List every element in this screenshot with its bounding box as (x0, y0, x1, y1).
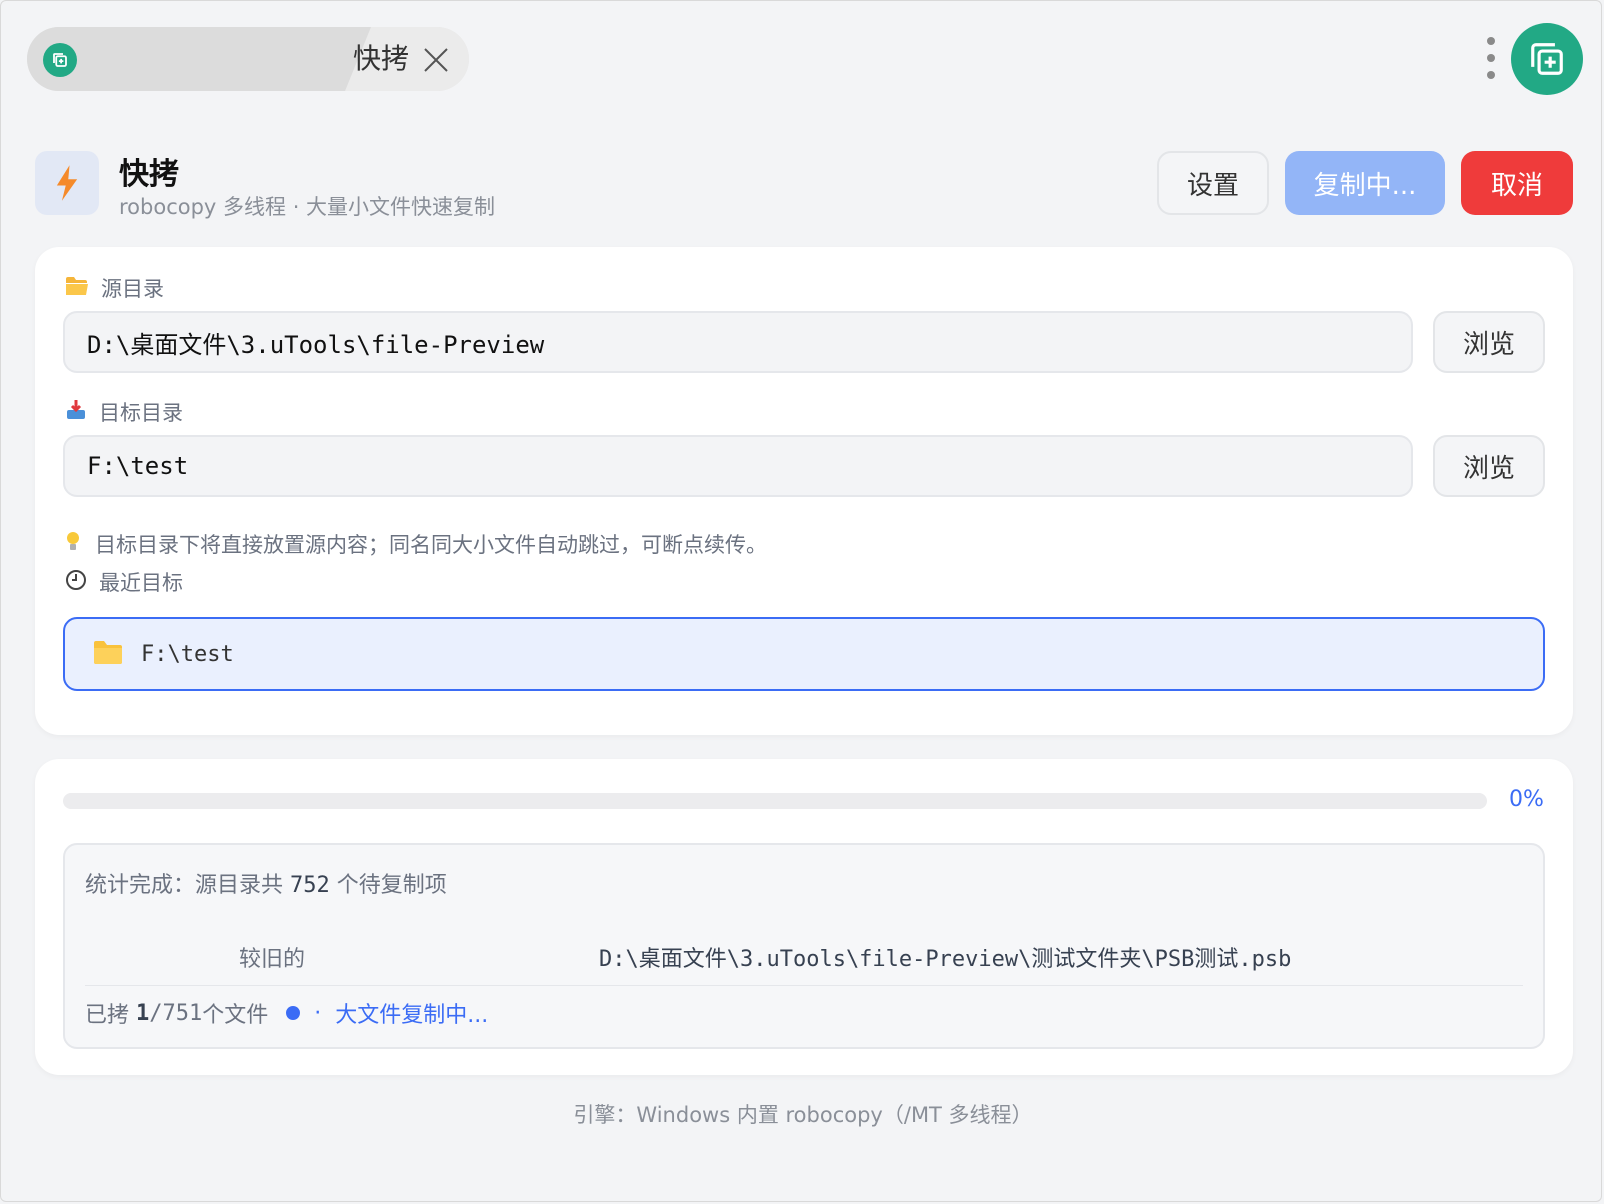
recent-target-item[interactable]: F:\test (63, 617, 1545, 691)
progress-card: 0% 统计完成：源目录共 752 个待复制项 较旧的 D:\桌面文件\3.uTo… (35, 759, 1573, 1075)
target-label-row: 目标目录 (65, 397, 183, 427)
source-browse-button[interactable]: 浏览 (1433, 311, 1545, 373)
app-window: 快拷 快拷 robocopy 多线程 · 大量小文件快速复制 设置 复制中...… (0, 0, 1602, 1202)
log-summary: 统计完成：源目录共 752 个待复制项 (85, 867, 447, 899)
recent-target-path: F:\test (141, 641, 234, 667)
directory-card: 源目录 D:\桌面文件\3.uTools\file-Preview 浏览 目标目… (35, 247, 1573, 735)
target-label: 目标目录 (99, 401, 183, 425)
status-dot-icon (286, 1006, 301, 1020)
close-icon[interactable] (421, 45, 451, 75)
log-summary-prefix: 统计完成：源目录共 (85, 873, 290, 898)
source-path-input[interactable]: D:\桌面文件\3.uTools\file-Preview (63, 311, 1413, 373)
cancel-button[interactable]: 取消 (1461, 151, 1573, 215)
folder-icon (93, 639, 123, 669)
new-tab-button[interactable] (1511, 23, 1583, 95)
copied-done: 1 (136, 1000, 150, 1026)
app-tab-icon[interactable] (43, 43, 77, 77)
engine-footer: 引擎：Windows 内置 robocopy（/MT 多线程） (573, 1103, 1033, 1127)
copying-button[interactable]: 复制中... (1285, 151, 1445, 215)
copy-status-row: 已拷 1 / 751 个文件 · 大文件复制中... (85, 997, 488, 1029)
source-label: 源目录 (101, 277, 164, 301)
log-entry-kind: 较旧的 (239, 947, 306, 972)
folder-open-icon (65, 276, 89, 301)
hint-row: 目标目录下将直接放置源内容；同名同大小文件自动跳过，可断点续传。 (65, 529, 767, 559)
log-summary-suffix: 个待复制项 (329, 873, 447, 898)
recent-label: 最近目标 (99, 571, 183, 595)
hint-text: 目标目录下将直接放置源内容；同名同大小文件自动跳过，可断点续传。 (95, 533, 767, 557)
page-subtitle: robocopy 多线程 · 大量小文件快速复制 (119, 195, 496, 219)
settings-button[interactable]: 设置 (1157, 151, 1269, 215)
tab-bar: 快拷 (27, 27, 469, 91)
copied-suffix: 个文件 (202, 1003, 269, 1028)
lightning-icon (35, 151, 99, 215)
status-separator: · (314, 1000, 322, 1026)
clock-icon (65, 569, 87, 596)
tab-home[interactable] (27, 27, 371, 91)
copied-total: 751 (162, 1000, 203, 1026)
tab-label[interactable]: 快拷 (353, 39, 409, 79)
source-label-row: 源目录 (65, 273, 164, 303)
log-summary-count: 752 (290, 873, 330, 898)
progress-bar (63, 793, 1487, 809)
log-divider (85, 985, 1523, 986)
log-panel[interactable]: 统计完成：源目录共 752 个待复制项 较旧的 D:\桌面文件\3.uTools… (63, 843, 1545, 1049)
copy-status-text: 大文件复制中... (335, 1003, 489, 1028)
target-path-input[interactable]: F:\test (63, 435, 1413, 497)
more-menu-icon[interactable] (1483, 37, 1499, 81)
inbox-tray-icon (65, 399, 87, 426)
lightbulb-icon (65, 531, 81, 558)
target-browse-button[interactable]: 浏览 (1433, 435, 1545, 497)
progress-percent: 0% (1509, 787, 1544, 812)
log-entry-path: D:\桌面文件\3.uTools\file-Preview\测试文件夹\PSB测… (599, 947, 1292, 972)
copied-separator: / (149, 1000, 163, 1026)
recent-label-row: 最近目标 (65, 567, 183, 597)
page-title: 快拷 (119, 157, 179, 192)
copied-prefix: 已拷 (85, 1003, 130, 1028)
